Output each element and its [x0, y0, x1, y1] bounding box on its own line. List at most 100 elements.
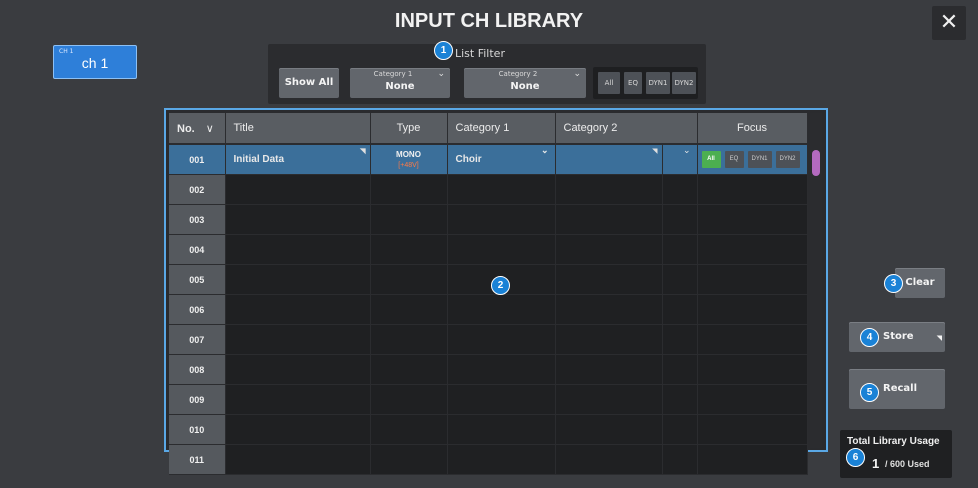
row-category2-dropdown[interactable] — [662, 174, 698, 205]
row-category2-dropdown[interactable] — [662, 444, 698, 475]
column-header-category1[interactable]: Category 1 — [447, 113, 556, 145]
row-category2-dropdown[interactable] — [662, 294, 698, 325]
row-category2[interactable] — [555, 384, 663, 415]
row-category1[interactable] — [447, 354, 556, 385]
category2-value: None — [510, 81, 540, 92]
row-title[interactable] — [225, 174, 371, 205]
focus-all-toggle[interactable]: All — [701, 151, 721, 168]
table-row[interactable]: 010 — [169, 414, 808, 445]
scrollbar-thumb[interactable] — [812, 150, 820, 176]
row-number: 005 — [169, 264, 226, 295]
table-row[interactable]: 006 — [169, 294, 808, 325]
row-category1[interactable] — [447, 234, 556, 265]
row-category2[interactable] — [555, 174, 663, 205]
focus-filter-all[interactable]: All — [598, 72, 620, 94]
row-category2[interactable] — [555, 354, 663, 385]
row-title[interactable] — [225, 444, 371, 475]
row-category2[interactable] — [555, 204, 663, 235]
focus-filter-dyn1[interactable]: DYN1 — [646, 72, 670, 94]
row-category2-dropdown[interactable] — [662, 264, 698, 295]
row-type — [370, 414, 448, 445]
row-title[interactable] — [225, 204, 371, 235]
column-header-type[interactable]: Type — [370, 113, 448, 145]
close-button[interactable]: ✕ — [932, 6, 966, 40]
row-category2[interactable] — [555, 234, 663, 265]
row-type — [370, 294, 448, 325]
row-category2-dropdown[interactable] — [662, 234, 698, 265]
channel-number-label: CH 1 — [59, 48, 74, 55]
table-row[interactable]: 002 — [169, 174, 808, 205]
row-title[interactable] — [225, 234, 371, 265]
row-category1[interactable] — [447, 174, 556, 205]
focus-filter-dyn2[interactable]: DYN2 — [672, 72, 696, 94]
row-number: 006 — [169, 294, 226, 325]
focus-dyn1-toggle[interactable]: DYN1 — [747, 151, 772, 168]
row-type — [370, 234, 448, 265]
row-category1[interactable] — [447, 384, 556, 415]
row-title[interactable] — [225, 414, 371, 445]
category2-filter-dropdown[interactable]: Category 2 ⌄ None — [464, 68, 586, 98]
focus-filter-eq[interactable]: EQ — [624, 72, 642, 94]
row-category2[interactable] — [555, 294, 663, 325]
close-icon: ✕ — [939, 10, 959, 35]
table-row[interactable]: 001 Initial Data ◥ MONO [+48V] Choir ⌄ ◥… — [169, 144, 808, 175]
library-usage-label: Total Library Usage — [847, 436, 940, 447]
row-category2-dropdown[interactable] — [662, 204, 698, 235]
row-title[interactable] — [225, 384, 371, 415]
row-title[interactable] — [225, 324, 371, 355]
category1-caption: Category 1 — [373, 70, 413, 78]
focus-eq-toggle[interactable]: EQ — [724, 151, 744, 168]
row-category1[interactable] — [447, 414, 556, 445]
show-all-button[interactable]: Show All — [279, 68, 339, 98]
callout-marker-6: 6 — [846, 448, 865, 467]
table-row[interactable]: 009 — [169, 384, 808, 415]
column-header-title[interactable]: Title — [225, 113, 371, 145]
table-row[interactable]: 005 — [169, 264, 808, 295]
row-category2[interactable] — [555, 444, 663, 475]
channel-select-button[interactable]: CH 1 ch 1 — [53, 45, 137, 79]
edit-corner-icon: ◥ — [360, 148, 366, 155]
table-row[interactable]: 007 — [169, 324, 808, 355]
row-number: 008 — [169, 354, 226, 385]
row-category2[interactable] — [555, 264, 663, 295]
row-title[interactable]: Initial Data ◥ — [225, 144, 371, 175]
chevron-down-icon: ∨ — [205, 122, 214, 135]
row-title[interactable] — [225, 294, 371, 325]
row-title[interactable] — [225, 354, 371, 385]
column-header-no[interactable]: No. ∨ — [169, 113, 226, 145]
table-row[interactable]: 011 — [169, 444, 808, 475]
row-focus — [697, 444, 808, 475]
row-type — [370, 204, 448, 235]
row-focus — [697, 234, 808, 265]
chevron-down-icon: ⌄ — [682, 145, 691, 155]
row-category2[interactable] — [555, 414, 663, 445]
row-category1-dropdown[interactable]: Choir ⌄ — [447, 144, 556, 175]
row-focus — [697, 414, 808, 445]
column-header-category2[interactable]: Category 2 — [555, 113, 698, 145]
row-category2-dropdown[interactable]: ⌄ — [662, 144, 698, 175]
focus-dyn2-toggle[interactable]: DYN2 — [775, 151, 800, 168]
row-category1[interactable] — [447, 294, 556, 325]
table-row[interactable]: 008 — [169, 354, 808, 385]
row-focus — [697, 174, 808, 205]
category1-filter-dropdown[interactable]: Category 1 ⌄ None — [350, 68, 450, 98]
focus-filter-group: All EQ DYN1 DYN2 — [593, 67, 698, 99]
window-title: INPUT CH LIBRARY — [394, 10, 584, 32]
row-number: 010 — [169, 414, 226, 445]
row-title[interactable] — [225, 264, 371, 295]
row-category1[interactable] — [447, 444, 556, 475]
row-category2-dropdown[interactable] — [662, 414, 698, 445]
table-row[interactable]: 004 — [169, 234, 808, 265]
row-category2[interactable] — [555, 324, 663, 355]
row-category2-field[interactable]: ◥ — [555, 144, 663, 175]
row-category2-dropdown[interactable] — [662, 354, 698, 385]
row-category1[interactable] — [447, 324, 556, 355]
row-focus — [697, 324, 808, 355]
row-category2-dropdown[interactable] — [662, 384, 698, 415]
row-category1[interactable] — [447, 204, 556, 235]
row-number: 007 — [169, 324, 226, 355]
row-category2-dropdown[interactable] — [662, 324, 698, 355]
row-focus — [697, 294, 808, 325]
table-row[interactable]: 003 — [169, 204, 808, 235]
callout-marker-3: 3 — [884, 274, 903, 293]
